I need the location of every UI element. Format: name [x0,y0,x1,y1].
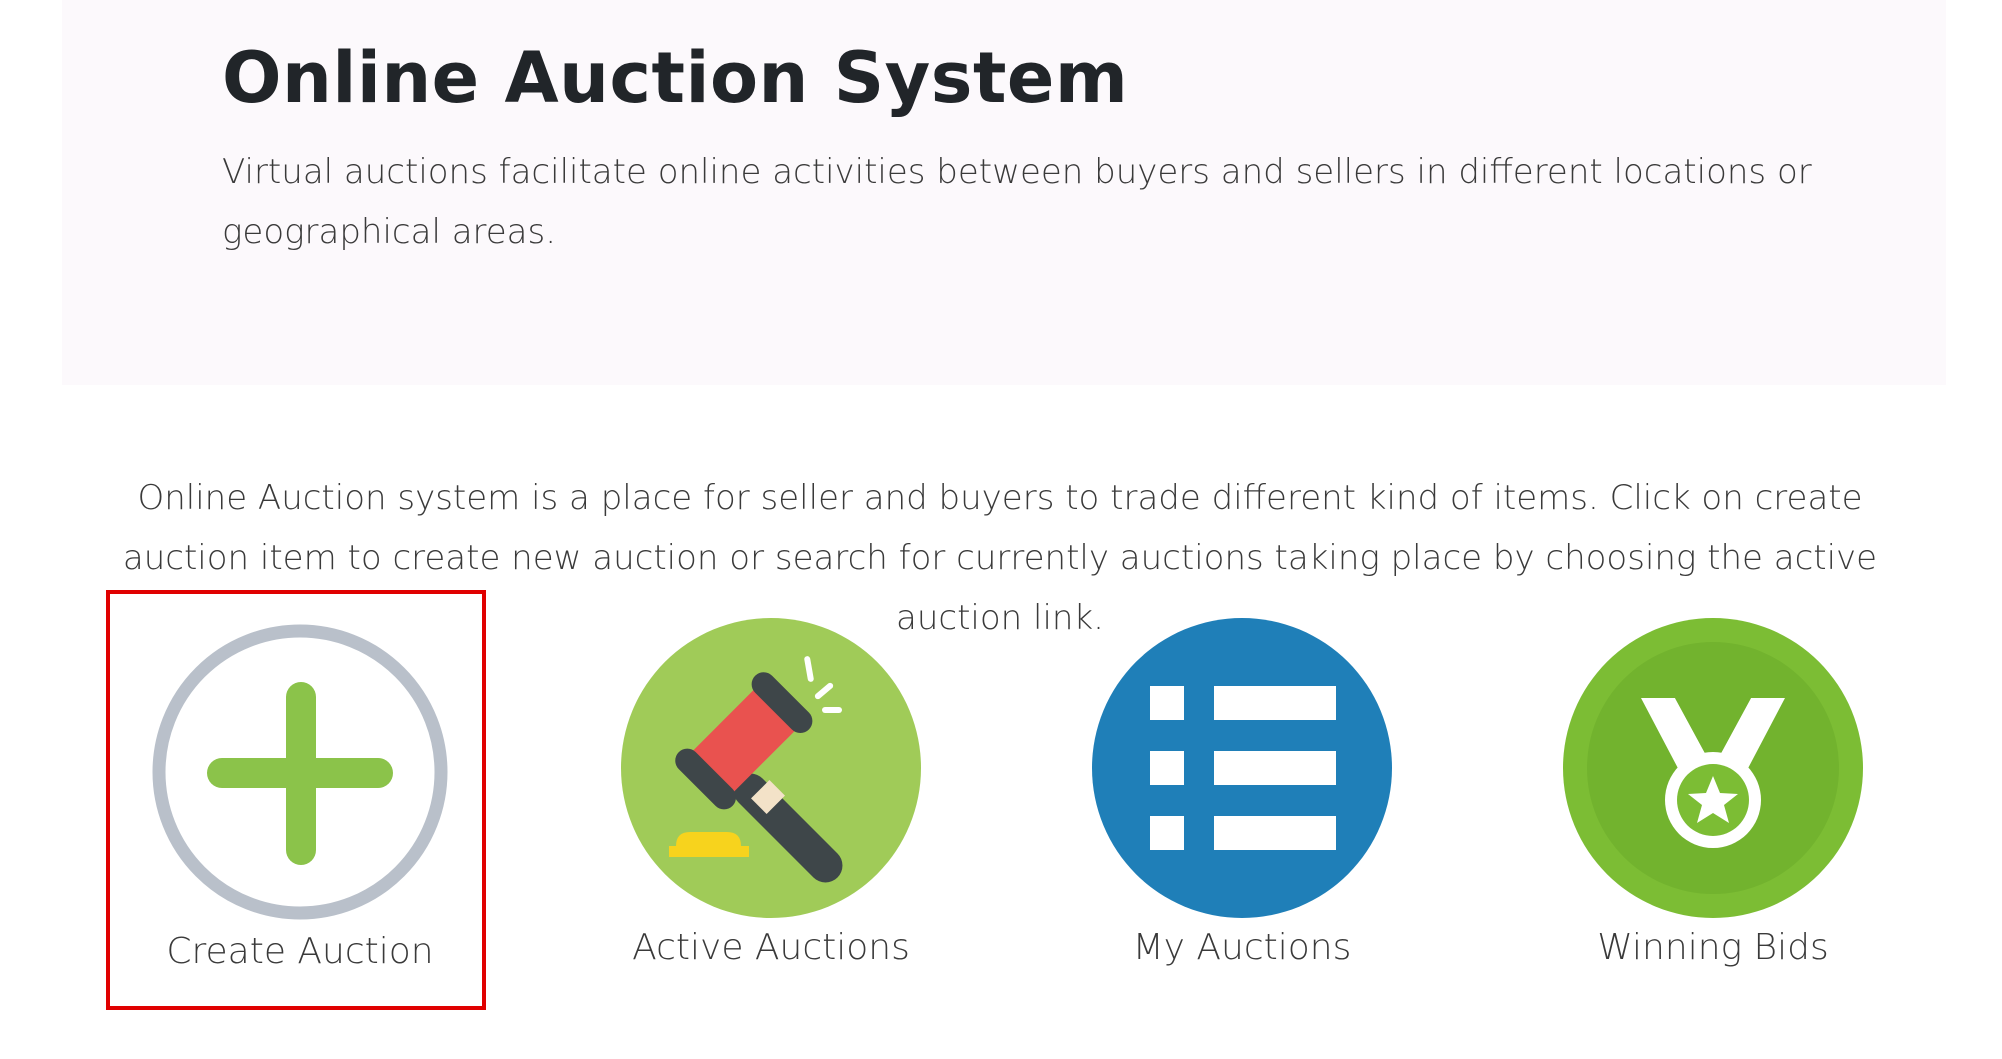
winning-bids-link[interactable]: Winning Bids [1523,590,1903,1010]
gavel-icon [621,618,921,918]
plus-circle-icon [150,622,450,922]
page-lead-text: Virtual auctions facilitate online activ… [222,152,1812,252]
create-auction-link[interactable]: Create Auction [106,590,486,1010]
list-icon [1092,618,1392,918]
hero-banner: Online Auction System Virtual auctions f… [62,0,1946,385]
create-auction-label: Create Auction [166,931,434,972]
active-auctions-label: Active Auctions [632,927,910,968]
page-title: Online Auction System [222,37,1129,119]
active-auctions-link[interactable]: Active Auctions [581,590,961,1010]
my-auctions-link[interactable]: My Auctions [1052,590,1432,1010]
my-auctions-label: My Auctions [1132,927,1352,968]
medal-icon [1563,618,1863,918]
winning-bids-label: Winning Bids [1597,927,1829,968]
